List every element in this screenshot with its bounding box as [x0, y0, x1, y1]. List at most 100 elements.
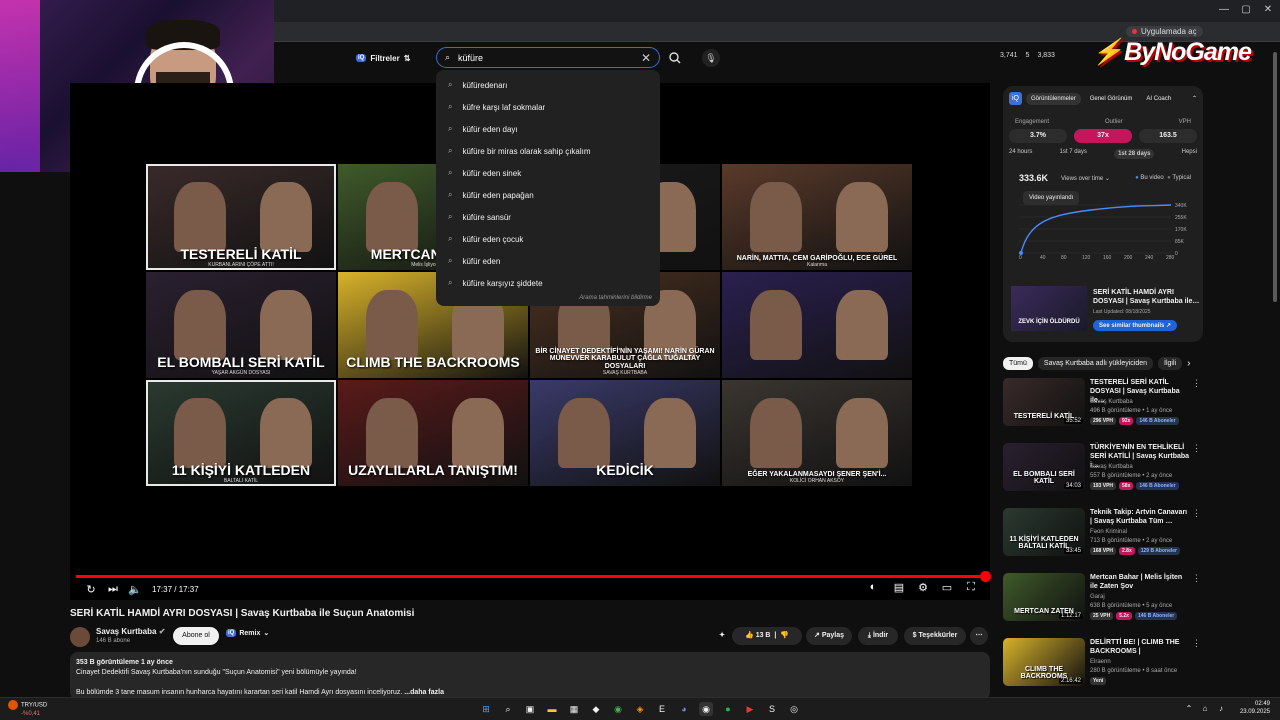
- autoplay-toggle[interactable]: ◐: [864, 581, 882, 593]
- report-predictions-link[interactable]: Arama tahminlerini bildirme: [579, 295, 652, 301]
- page-scrollbar[interactable]: [1272, 44, 1278, 694]
- endscreen-video-tile[interactable]: [722, 272, 912, 378]
- chip-related[interactable]: İlgili: [1158, 356, 1183, 370]
- sparkle-icon[interactable]: ✦: [715, 627, 729, 645]
- range-24h[interactable]: 24 hours: [1009, 149, 1032, 159]
- tab-overview[interactable]: Genel Görünüm: [1085, 93, 1138, 105]
- suggestion-item[interactable]: ⌕ küfür eden papağan: [436, 184, 660, 206]
- more-options-icon[interactable]: ⋮: [1192, 378, 1201, 389]
- endscreen-video-tile[interactable]: UZAYLILARLA TANIŞTIM!: [338, 380, 528, 486]
- volume-icon[interactable]: 🔈: [124, 583, 146, 596]
- similar-thumbnails-button[interactable]: See similar thumbnails ↗: [1093, 320, 1178, 331]
- search-input[interactable]: ⌕ küfüre ✕: [436, 47, 660, 68]
- endscreen-video-tile[interactable]: EL BOMBALI SERİ KATİL YAŞAR AKGÜN DOSYASI: [146, 272, 336, 378]
- endscreen-video-tile[interactable]: TESTERELİ KATİL KURBANLARINI ÇÖPE ATTI!: [146, 164, 336, 270]
- endscreen-video-tile[interactable]: KEDİCİK: [530, 380, 720, 486]
- chip-from-uploader[interactable]: Savaş Kurtbaba adlı yükleyiciden: [1037, 356, 1154, 370]
- next-icon[interactable]: ⏭: [102, 583, 124, 596]
- suggestion-item[interactable]: ⌕ küfür eden sinek: [436, 162, 660, 184]
- volume-icon[interactable]: ♪: [1214, 702, 1228, 716]
- more-actions-icon[interactable]: ⋯: [970, 627, 988, 645]
- suggestion-item[interactable]: ⌕ küfüre karşıyız şiddete: [436, 272, 660, 294]
- endscreen-video-tile[interactable]: 11 KİŞİYİ KATLEDEN BALTALI KATİL: [146, 380, 336, 486]
- app-icon[interactable]: ▶: [743, 702, 757, 716]
- tab-views[interactable]: Görüntülenmeler: [1026, 92, 1081, 105]
- network-icon[interactable]: ⌂: [1198, 702, 1212, 716]
- chip-all[interactable]: Tümü: [1003, 356, 1033, 370]
- video-thumbnail[interactable]: 11 KİŞİYİ KATLEDEN BALTALI KATİL 33:45: [1003, 508, 1085, 556]
- suggestion-item[interactable]: ⌕ küfür eden çocuk: [436, 228, 660, 250]
- remix-button[interactable]: iQ Remix ⌄: [226, 629, 269, 637]
- video-thumbnail[interactable]: EL BOMBALI SERİ KATİL 34:03: [1003, 443, 1085, 491]
- endscreen-video-tile[interactable]: NARİN, MATTIA, CEM GARİPOĞLU, ECE GÜREL K…: [722, 164, 912, 270]
- suggestion-item[interactable]: ⌕ küfüre sansür: [436, 206, 660, 228]
- store-icon[interactable]: ▦: [567, 702, 581, 716]
- chrome-icon[interactable]: ◉: [611, 702, 625, 716]
- video-title[interactable]: DELİRTTİ BE! | CLIMB THE BACKROOMS |: [1090, 638, 1190, 656]
- suggestion-item[interactable]: ⌕ küfüredenarı: [436, 74, 660, 96]
- range-7d[interactable]: 1st 7 days: [1060, 149, 1087, 159]
- close-window-button[interactable]: ✕: [1258, 4, 1278, 15]
- video-title[interactable]: Teknik Takip: Artvin Canavarı | Savaş Ku…: [1090, 508, 1190, 526]
- recommended-video[interactable]: 11 KİŞİYİ KATLEDEN BALTALI KATİL 33:45 Tek…: [1003, 508, 1201, 560]
- suggestion-item[interactable]: ⌕ küfür eden dayı: [436, 118, 660, 140]
- show-more-link[interactable]: ...daha fazla: [404, 689, 444, 696]
- download-button[interactable]: ⤓ İndir: [858, 627, 898, 645]
- recommended-video[interactable]: MERTCAN ZATEN 1:12:17 Mertcan Bahar | Meli…: [1003, 573, 1201, 625]
- channel-name[interactable]: Elraenn: [1090, 659, 1111, 665]
- open-in-app-button[interactable]: Uygulamada aç: [1126, 26, 1203, 37]
- recommended-video[interactable]: TESTERELİ KATİL 35:52 TESTERELİ SERİ KATİL…: [1003, 378, 1201, 430]
- channel-name[interactable]: Garaj: [1090, 594, 1105, 600]
- filters-button[interactable]: iQ Filtreler ⇅: [356, 50, 410, 66]
- discord-icon[interactable]: ◕: [677, 702, 691, 716]
- suggestion-item[interactable]: ⌕ küfüre bir miras olarak sahip çıkalım: [436, 140, 660, 162]
- collapse-icon[interactable]: ⌃: [1192, 95, 1197, 102]
- epic-games-icon[interactable]: E: [655, 702, 669, 716]
- range-28d[interactable]: 1st 28 days: [1114, 149, 1155, 159]
- replay-icon[interactable]: ↻: [80, 583, 102, 596]
- thanks-button[interactable]: $ Teşekkürler: [904, 627, 966, 645]
- chevron-right-icon[interactable]: ›: [1187, 358, 1190, 369]
- recommended-video[interactable]: CLIMB THE BACKROOMS 2:16:42 DELİRTTİ BE! |…: [1003, 638, 1201, 690]
- more-options-icon[interactable]: ⋮: [1192, 638, 1201, 649]
- progress-handle[interactable]: [980, 571, 991, 582]
- suggestion-item[interactable]: ⌕ küfre karşı laf sokmalar: [436, 96, 660, 118]
- obs-icon[interactable]: ◎: [787, 702, 801, 716]
- clock[interactable]: 02:49 23.09.2025: [1240, 700, 1270, 716]
- fullscreen-icon[interactable]: ⛶: [962, 581, 980, 594]
- chrome-active-icon[interactable]: ◉: [699, 702, 713, 716]
- vidiq-video-title[interactable]: SERİ KATİL HAMDİ AYRI DOSYASI | Savaş Ku…: [1093, 288, 1201, 306]
- video-thumbnail[interactable]: MERTCAN ZATEN 1:12:17: [1003, 573, 1085, 621]
- windows-start-icon[interactable]: ⊞: [479, 702, 493, 716]
- task-view-icon[interactable]: ▣: [523, 702, 537, 716]
- channel-name[interactable]: Savaş Kurtbaba ✔: [96, 627, 165, 636]
- tab-ai-coach[interactable]: AI Coach: [1141, 93, 1176, 105]
- ticker-widget[interactable]: TRY/USD -%0,41: [8, 700, 47, 718]
- channel-name[interactable]: Fəon Kriminal: [1090, 529, 1127, 535]
- more-options-icon[interactable]: ⋮: [1192, 508, 1201, 519]
- channel-name[interactable]: Savaş Kurtbaba: [1090, 464, 1133, 470]
- video-title[interactable]: Mertcan Bahar | Melis İşiten ile Zaten Ş…: [1090, 573, 1190, 591]
- channel-name[interactable]: Savaş Kurtbaba: [1090, 399, 1133, 405]
- maximize-button[interactable]: ▢: [1236, 4, 1256, 15]
- recommended-video[interactable]: EL BOMBALI SERİ KATİL 34:03 TÜRKİYE'NİN EN…: [1003, 443, 1201, 495]
- share-button[interactable]: ↗ Paylaş: [806, 627, 852, 645]
- video-thumbnail[interactable]: CLIMB THE BACKROOMS 2:16:42: [1003, 638, 1085, 686]
- mic-icon[interactable]: 🎙: [702, 49, 720, 67]
- file-explorer-icon[interactable]: ▬: [545, 702, 559, 716]
- theater-mode-icon[interactable]: ▭: [938, 581, 956, 594]
- spotify-icon[interactable]: ●: [721, 702, 735, 716]
- captions-icon[interactable]: ▤: [890, 581, 908, 594]
- subscribe-button[interactable]: Abone ol: [173, 627, 219, 645]
- tray-chevron-icon[interactable]: ⌃: [1182, 702, 1196, 716]
- suggestion-item[interactable]: ⌕ küfür eden: [436, 250, 660, 272]
- vidiq-thumbnail[interactable]: ZEVK İÇİN ÖLDÜRDÜ: [1011, 286, 1087, 331]
- progress-bar[interactable]: [76, 571, 991, 582]
- range-all[interactable]: Hepsi: [1182, 149, 1197, 159]
- steam-icon[interactable]: S: [765, 702, 779, 716]
- like-button[interactable]: 👍 13 B | 👎: [732, 627, 802, 645]
- description-box[interactable]: 353 B görüntüleme 1 ay önce Cinayet Dede…: [70, 652, 990, 700]
- channel-avatar[interactable]: [70, 627, 90, 647]
- views-mode-select[interactable]: Views over time ⌄: [1061, 175, 1110, 182]
- app-icon[interactable]: ◈: [633, 702, 647, 716]
